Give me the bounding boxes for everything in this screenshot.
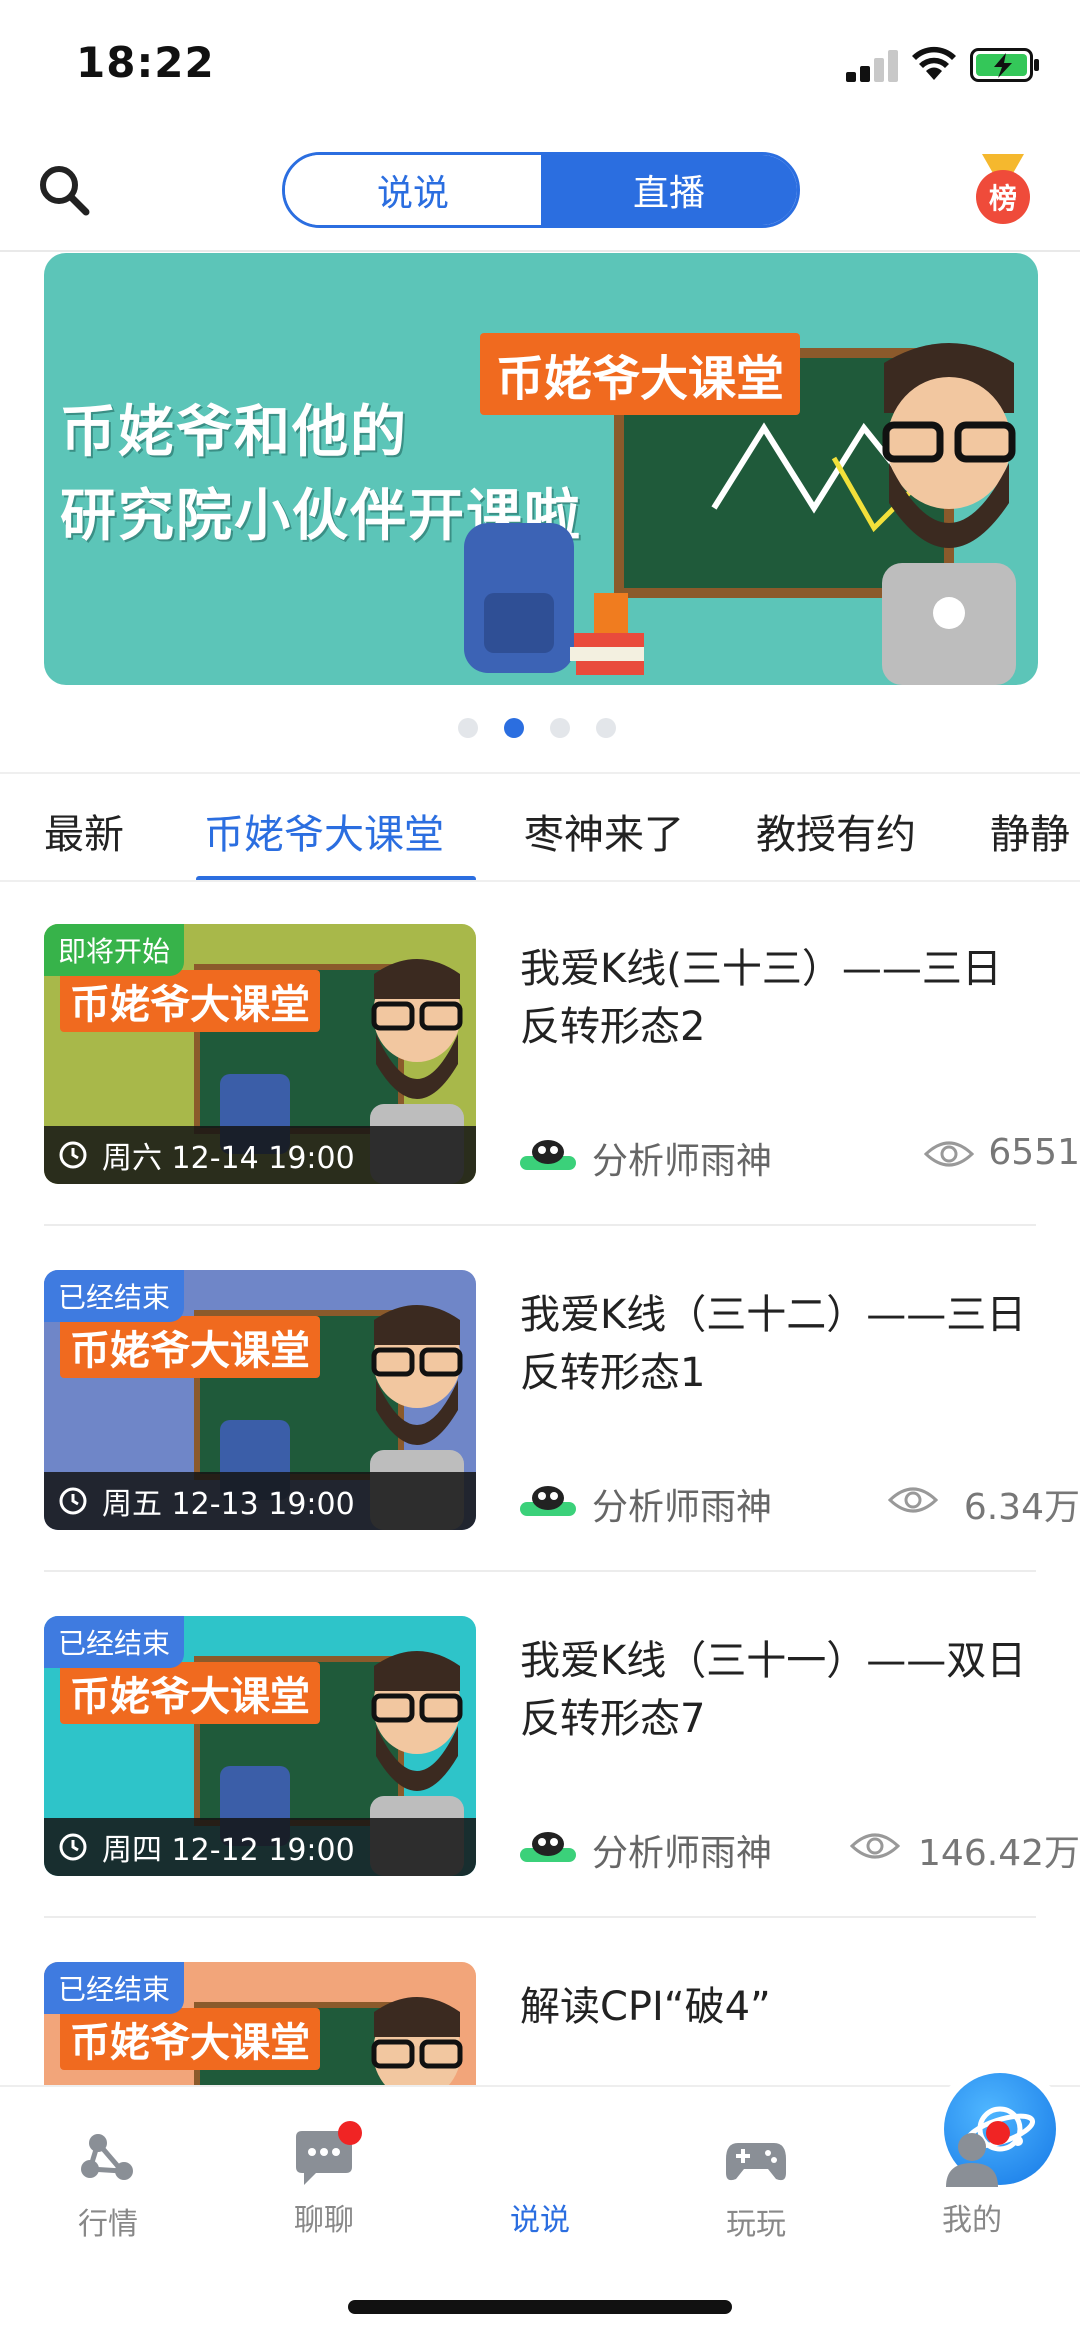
status-badge: 即将开始 — [44, 924, 185, 976]
leaderboard-button[interactable]: 榜 — [972, 154, 1034, 230]
nav-label: 我的 — [942, 2203, 1002, 2238]
eye-icon — [924, 1141, 974, 1167]
page-dot[interactable] — [458, 718, 478, 738]
active-tab-indicator — [196, 876, 476, 880]
banner-board-label: 币姥爷大课堂 — [480, 333, 801, 415]
schedule-time: 周五 12-13 19:00 — [102, 1487, 355, 1522]
category-tab-zaoshen[interactable]: 枣神来了 — [524, 802, 684, 860]
live-title: 我爱K线(三十三）——三日反转形态2 — [520, 946, 1002, 1050]
category-tab-professor[interactable]: 教授有约 — [756, 802, 916, 860]
live-thumbnail: 币姥爷大课堂 已经结束 周四 12-12 19:00 — [44, 1616, 476, 1876]
schedule-time: 周四 12-12 19:00 — [102, 1833, 355, 1868]
live-meta: 分析师雨神 6551 — [520, 1124, 1080, 1184]
author-name: 分析师雨神 — [592, 1141, 773, 1182]
nav-play[interactable]: 玩玩 — [676, 2129, 836, 2243]
teacher-mascot-icon — [371, 1997, 463, 2086]
clock-icon — [59, 1141, 87, 1169]
status-badge: 已经结束 — [44, 1270, 185, 1322]
live-thumbnail: 币姥爷大课堂 已经结束 — [44, 1962, 476, 2086]
author-name: 分析师雨神 — [592, 1833, 773, 1874]
analyst-avatar-icon — [520, 1832, 576, 1862]
clock-icon — [59, 1833, 87, 1861]
cellular-signal-icon — [846, 50, 898, 82]
status-time: 18:22 — [76, 38, 215, 87]
home-indicator[interactable] — [348, 2300, 732, 2314]
schedule-time: 周六 12-14 19:00 — [102, 1141, 355, 1176]
live-title: 解读CPI“破4” — [520, 1984, 771, 2030]
schedule-bar: 周四 12-12 19:00 — [44, 1818, 476, 1876]
tab-live[interactable]: 直播 — [541, 155, 797, 225]
category-tab-jingjing[interactable]: 静静 — [990, 802, 1070, 860]
backpack-books-illustration — [464, 523, 644, 675]
live-meta: 分析师雨神 6.34万 — [520, 1470, 1080, 1530]
nav-market[interactable]: 行情 — [28, 2129, 188, 2243]
list-item[interactable]: 币姥爷大课堂 已经结束 解读CPI“破4” — [44, 1962, 1036, 2086]
unread-badge — [338, 2121, 362, 2145]
live-thumbnail: 币姥爷大课堂 即将开始 周六 12-14 19:00 — [44, 924, 476, 1184]
nav-label: 说说 — [510, 2203, 570, 2238]
page-dot[interactable] — [550, 718, 570, 738]
thumb-title: 币姥爷大课堂 — [60, 970, 320, 1032]
status-bar: 18:22 — [0, 0, 1080, 130]
live-title: 我爱K线（三十二）——三日反转形态1 — [520, 1292, 1027, 1396]
feed-segmented-control: 说说 直播 — [282, 152, 800, 228]
list-item[interactable]: 币姥爷大课堂 已经结束 周四 12-12 19:00 我爱K线（三十一）——双日… — [44, 1616, 1080, 1962]
view-count: 6.34万 — [963, 1487, 1080, 1528]
analyst-avatar-icon — [520, 1140, 576, 1170]
teacher-mascot-illustration — [882, 343, 1016, 685]
category-tab-class[interactable]: 币姥爷大课堂 — [204, 802, 444, 860]
divider — [44, 1570, 1036, 1572]
divider — [44, 1224, 1036, 1226]
gamepad-icon — [726, 2143, 786, 2181]
live-title: 我爱K线（三十一）——双日反转形态7 — [520, 1638, 1027, 1742]
promo-banner[interactable]: 币姥爷和他的 研究院小伙伴开课啦 币姥爷大课堂 — [44, 253, 1038, 685]
page-dot[interactable] — [596, 718, 616, 738]
status-badge: 已经结束 — [44, 1616, 185, 1668]
eye-icon — [888, 1487, 938, 1513]
nav-label: 行情 — [78, 2207, 138, 2242]
list-item[interactable]: 币姥爷大课堂 即将开始 周六 12-14 19:00 我爱K线(三十三）——三日… — [44, 924, 1080, 1270]
wifi-icon — [912, 46, 956, 80]
view-count: 146.42万 — [918, 1833, 1080, 1874]
page-dot-active[interactable] — [504, 718, 524, 738]
notification-badge — [986, 2121, 1010, 2145]
top-header: 说说 直播 榜 — [0, 130, 1080, 252]
analyst-avatar-icon — [520, 1486, 576, 1516]
nav-profile[interactable]: 我的 — [892, 2121, 1052, 2239]
category-tabs: 最新 币姥爷大课堂 枣神来了 教授有约 静静 — [0, 772, 1080, 882]
live-meta: 分析师雨神 146.42万 — [520, 1816, 1080, 1876]
leaderboard-badge: 榜 — [976, 170, 1030, 224]
thumb-title: 币姥爷大课堂 — [60, 2008, 320, 2070]
list-item[interactable]: 币姥爷大课堂 已经结束 周五 12-13 19:00 我爱K线（三十二）——三日… — [44, 1270, 1080, 1616]
author-name: 分析师雨神 — [592, 1487, 773, 1528]
search-icon[interactable] — [36, 162, 92, 218]
nav-label: 聊聊 — [294, 2203, 354, 2238]
nav-shuoshuo[interactable]: 说说 — [460, 2073, 1056, 2239]
eye-icon — [850, 1833, 900, 1859]
category-tab-latest[interactable]: 最新 — [44, 802, 124, 860]
market-icon — [81, 2134, 133, 2180]
nav-chat[interactable]: 聊聊 — [244, 2121, 404, 2239]
divider — [44, 1916, 1036, 1918]
live-thumbnail: 币姥爷大课堂 已经结束 周五 12-13 19:00 — [44, 1270, 476, 1530]
profile-icon — [940, 2121, 1010, 2189]
thumb-title: 币姥爷大课堂 — [60, 1316, 320, 1378]
nav-label: 玩玩 — [726, 2207, 786, 2242]
status-badge: 已经结束 — [44, 1962, 185, 2014]
chat-icon — [292, 2121, 362, 2189]
clock-icon — [59, 1487, 87, 1515]
schedule-bar: 周五 12-13 19:00 — [44, 1472, 476, 1530]
schedule-bar: 周六 12-14 19:00 — [44, 1126, 476, 1184]
tab-shuoshuo[interactable]: 说说 — [285, 155, 541, 225]
view-count: 6551 — [988, 1132, 1080, 1173]
thumb-title: 币姥爷大课堂 — [60, 1662, 320, 1724]
battery-charging-icon — [970, 48, 1039, 82]
banner-pagination — [458, 718, 616, 738]
